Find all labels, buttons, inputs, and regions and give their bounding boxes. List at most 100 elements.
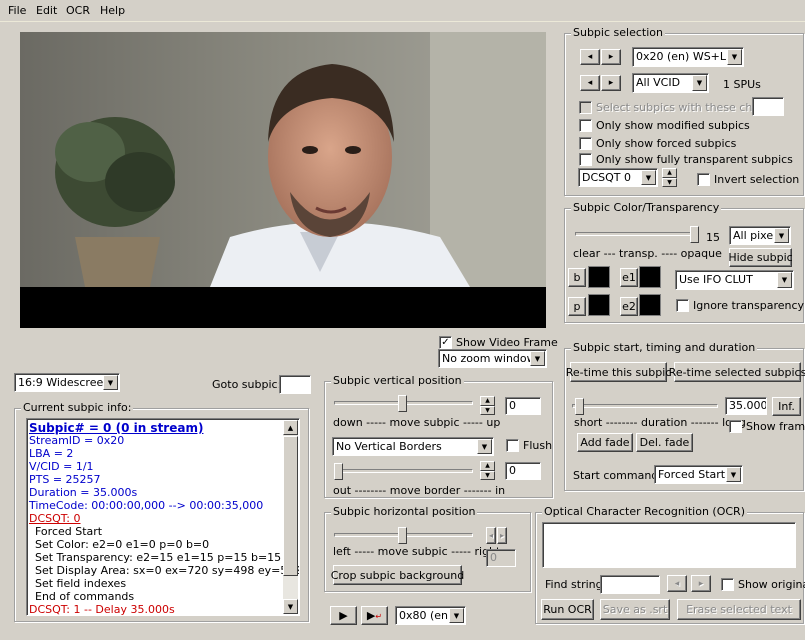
swatch-p-color[interactable] <box>588 294 610 316</box>
vcid-value: All VCID <box>636 76 681 89</box>
goto-subpic-input[interactable] <box>279 375 311 394</box>
del-fade-button[interactable]: Del. fade <box>636 433 693 452</box>
run-ocr-button[interactable]: Run OCR <box>541 599 594 620</box>
dcsqt-select[interactable]: DCSQT 0 ▼ <box>578 168 658 187</box>
menu-edit[interactable]: Edit <box>36 4 57 17</box>
border-move-track <box>334 469 473 473</box>
scroll-up-icon[interactable]: ▲ <box>283 420 298 435</box>
stream-prev-button[interactable]: ◂ <box>580 49 600 65</box>
find-next-button[interactable]: ▸ <box>691 575 711 592</box>
show-original-checkbox[interactable] <box>721 578 734 591</box>
show-original-label: Show original <box>738 578 805 591</box>
playback-stream-select[interactable]: 0x80 (en) ▼ <box>395 606 466 625</box>
find-string-label: Find string: <box>545 578 607 591</box>
select-chars-checkbox[interactable] <box>579 101 592 114</box>
horizontal-left-button[interactable]: ◂ <box>486 527 496 544</box>
stream-next-button[interactable]: ▸ <box>601 49 621 65</box>
scroll-thumb[interactable] <box>283 436 298 576</box>
horizontal-move-slider[interactable] <box>398 527 407 544</box>
show-video-frame-checkbox[interactable]: ✓ <box>439 336 452 349</box>
only-modified-checkbox[interactable] <box>579 119 592 132</box>
vertical-move-spinner[interactable]: ▲ ▼ <box>480 396 495 415</box>
horizontal-position-title: Subpic horizontal position <box>331 505 478 518</box>
erase-selected-button[interactable]: Erase selected text <box>677 599 801 620</box>
menu-file[interactable]: File <box>8 4 26 17</box>
duration-track <box>572 404 718 408</box>
swatch-e2-color[interactable] <box>639 294 661 316</box>
save-srt-button[interactable]: Save as .srt <box>600 599 670 620</box>
hide-subpic-button[interactable]: Hide subpic <box>728 248 793 267</box>
find-prev-button[interactable]: ◂ <box>667 575 687 592</box>
info-line: Subpic# = 0 (0 in stream) <box>29 421 204 435</box>
horizontal-right-button[interactable]: ▸ <box>497 527 507 544</box>
swatch-e1-color[interactable] <box>639 266 661 288</box>
dcsqt-value: DCSQT 0 <box>582 171 632 184</box>
chevron-down-icon: ▼ <box>641 170 656 185</box>
duration-slider[interactable] <box>575 398 584 415</box>
find-string-input[interactable] <box>600 575 660 594</box>
clut-value: Use IFO CLUT <box>679 273 753 286</box>
swatch-b-color[interactable] <box>588 266 610 288</box>
vcid-prev-button[interactable]: ◂ <box>580 75 600 91</box>
arrow-left-icon: ◂ <box>587 52 593 62</box>
add-fade-button[interactable]: Add fade <box>577 433 633 452</box>
horizontal-value-input[interactable]: 0 <box>486 549 516 567</box>
duration-input[interactable]: 35.000 <box>725 397 767 415</box>
info-line: Set field indexes <box>35 577 127 590</box>
info-line: End of commands <box>35 590 135 603</box>
stream-select[interactable]: 0x20 (en) WS+LB ▼ <box>632 47 744 67</box>
border-move-spinner[interactable]: ▲ ▼ <box>480 461 495 480</box>
arrow-left-icon: ◂ <box>587 78 593 88</box>
zoom-window-select[interactable]: No zoom window ▼ <box>438 349 547 368</box>
dcsqt-spinner[interactable]: ▲ ▼ <box>662 168 677 187</box>
vcid-next-button[interactable]: ▸ <box>601 75 621 91</box>
vertical-move-slider[interactable] <box>398 395 407 412</box>
border-move-slider[interactable] <box>334 463 343 480</box>
ocr-text-area[interactable] <box>542 522 796 568</box>
info-line: StreamID = 0x20 <box>29 434 125 447</box>
chevron-down-icon: ▼ <box>726 467 741 482</box>
pixels-select[interactable]: All pixels ▼ <box>729 226 791 245</box>
show-frame-checkbox[interactable] <box>729 420 742 433</box>
ocr-title: Optical Character Recognition (OCR) <box>542 505 747 518</box>
clut-select[interactable]: Use IFO CLUT ▼ <box>675 270 794 290</box>
zoom-window-value: No zoom window <box>442 352 536 365</box>
menu-help[interactable]: Help <box>100 4 125 17</box>
only-forced-checkbox[interactable] <box>579 137 592 150</box>
scroll-down-icon[interactable]: ▼ <box>283 599 298 614</box>
infinite-duration-button[interactable]: Inf. <box>772 397 801 416</box>
vcid-select[interactable]: All VCID ▼ <box>632 73 709 93</box>
vertical-borders-select[interactable]: No Vertical Borders ▼ <box>332 437 494 456</box>
crop-background-button[interactable]: Crop subpic background <box>331 565 464 585</box>
transparency-slider[interactable] <box>690 226 699 243</box>
chevron-down-icon: ▼ <box>103 375 118 390</box>
info-line: Set Display Area: sx=0 ex=720 sy=498 ey=… <box>35 564 300 577</box>
ignore-transparency-checkbox[interactable] <box>676 299 689 312</box>
timing-title: Subpic start, timing and duration <box>571 341 758 354</box>
vertical-move-input[interactable]: 0 <box>505 397 541 415</box>
swatch-b-button[interactable]: b <box>568 268 586 287</box>
retime-selected-button[interactable]: Re-time selected subpics <box>669 362 805 382</box>
info-line: Forced Start <box>35 525 103 538</box>
invert-selection-checkbox[interactable] <box>697 173 710 186</box>
play-button[interactable]: ▶ <box>330 606 357 625</box>
video-preview <box>20 32 546 328</box>
aspect-ratio-select[interactable]: 16:9 Widescreen ▼ <box>14 373 120 392</box>
subpic-selection-title: Subpic selection <box>571 26 665 39</box>
menu-ocr[interactable]: OCR <box>66 4 90 17</box>
swatch-e1-button[interactable]: e1 <box>620 268 638 287</box>
border-move-input[interactable]: 0 <box>505 462 541 480</box>
only-transparent-checkbox[interactable] <box>579 153 592 166</box>
arrow-right-icon: ▸ <box>499 531 504 540</box>
swatch-e2-button[interactable]: e2 <box>620 297 638 316</box>
retime-subpic-button[interactable]: Re-time this subpic <box>566 362 671 382</box>
start-command-select[interactable]: Forced Start ▼ <box>654 465 743 484</box>
play-to-end-button[interactable]: ▶↵ <box>361 606 388 625</box>
select-chars-input[interactable] <box>752 97 784 116</box>
spu-count: 1 SPUs <box>723 78 761 91</box>
flush-checkbox[interactable] <box>506 439 519 452</box>
arrow-left-icon: ◂ <box>674 578 680 589</box>
swatch-p-button[interactable]: p <box>568 297 586 316</box>
info-scrollbar[interactable]: ▲ ▼ <box>283 420 298 614</box>
start-command-label: Start command: <box>573 469 662 482</box>
